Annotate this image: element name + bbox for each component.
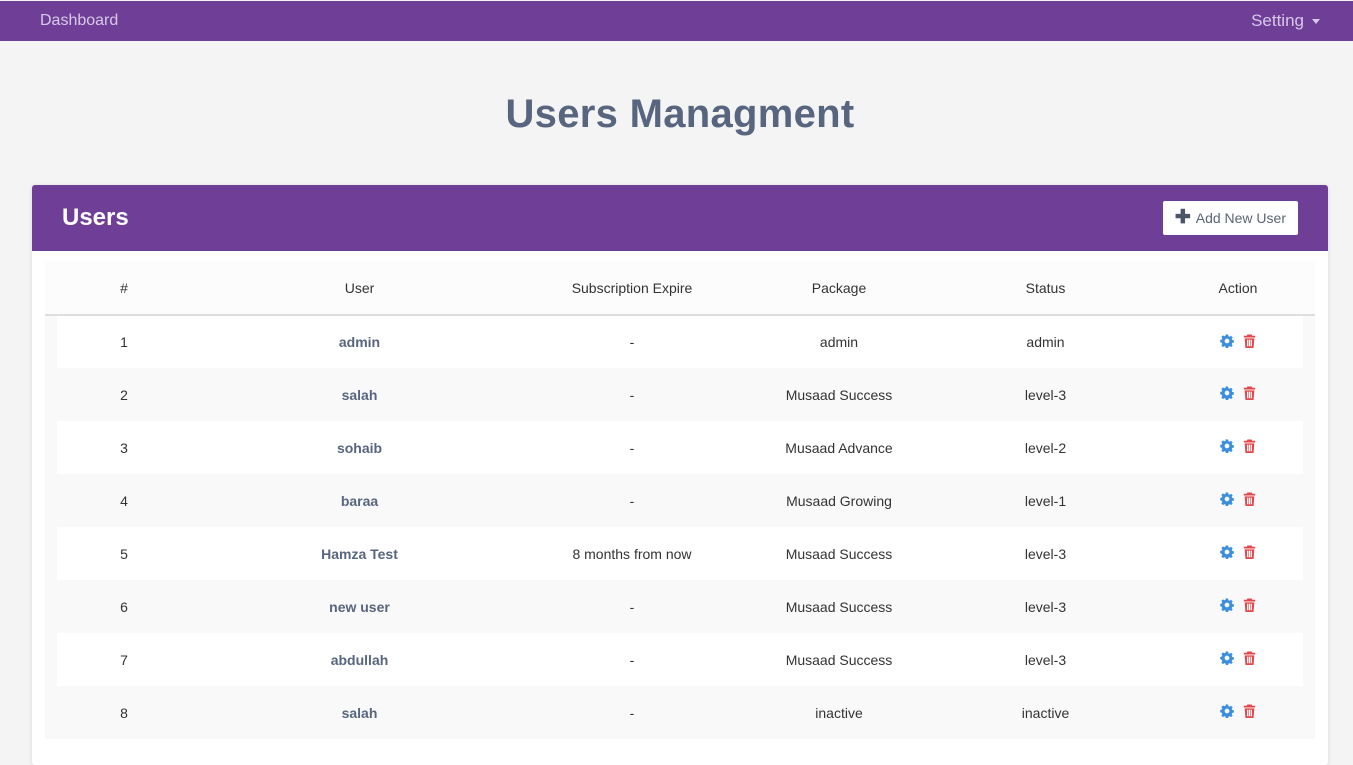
row-status: admin — [930, 315, 1161, 368]
row-status: level-3 — [930, 633, 1161, 686]
trash-icon[interactable] — [1243, 492, 1256, 506]
dashboard-link[interactable]: Dashboard — [40, 12, 118, 30]
row-subscription-expire: - — [516, 315, 748, 368]
top-navbar: Dashboard Setting — [0, 1, 1353, 41]
column-header-status: Status — [930, 262, 1161, 316]
row-actions — [1161, 315, 1315, 368]
row-user-name[interactable]: sohaib — [203, 421, 516, 474]
setting-label: Setting — [1251, 11, 1304, 30]
column-header-number: # — [45, 262, 203, 316]
row-subscription-expire: 8 months from now — [516, 527, 748, 580]
row-number: 3 — [45, 421, 203, 474]
trash-icon[interactable] — [1243, 598, 1256, 612]
column-header-package: Package — [748, 262, 930, 316]
row-user-name[interactable]: Hamza Test — [203, 527, 516, 580]
row-status: level-3 — [930, 368, 1161, 421]
table-row: 6 new user - Musaad Success level-3 — [45, 580, 1315, 633]
users-card: Users ✚ Add New User # User Subscription… — [32, 185, 1328, 765]
trash-icon[interactable] — [1243, 651, 1256, 665]
table-row: 8 salah - inactive inactive — [45, 686, 1315, 739]
row-package: admin — [748, 315, 930, 368]
page-title: Users Managment — [505, 92, 855, 136]
row-status: inactive — [930, 686, 1161, 739]
row-actions — [1161, 527, 1315, 580]
column-header-user: User — [203, 262, 516, 316]
table-row: 2 salah - Musaad Success level-3 — [45, 368, 1315, 421]
table-row: 1 admin - admin admin — [45, 315, 1315, 368]
row-user-name[interactable]: salah — [203, 686, 516, 739]
gear-icon[interactable] — [1220, 333, 1234, 348]
row-actions — [1161, 421, 1315, 474]
table-row: 3 sohaib - Musaad Advance level-2 — [45, 421, 1315, 474]
row-status: level-3 — [930, 527, 1161, 580]
row-package: Musaad Success — [748, 633, 930, 686]
row-number: 6 — [45, 580, 203, 633]
row-user-name[interactable]: abdullah — [203, 633, 516, 686]
row-subscription-expire: - — [516, 633, 748, 686]
setting-dropdown[interactable]: Setting — [1251, 11, 1320, 31]
gear-icon[interactable] — [1220, 492, 1234, 506]
row-number: 5 — [45, 527, 203, 580]
gear-icon[interactable] — [1220, 651, 1234, 665]
row-package: Musaad Success — [748, 527, 930, 580]
row-package: Musaad Advance — [748, 421, 930, 474]
trash-icon[interactable] — [1243, 545, 1256, 559]
row-number: 8 — [45, 686, 203, 739]
row-package: inactive — [748, 686, 930, 739]
table-row: 5 Hamza Test 8 months from now Musaad Su… — [45, 527, 1315, 580]
gear-icon[interactable] — [1220, 545, 1234, 559]
row-actions — [1161, 686, 1315, 739]
trash-icon[interactable] — [1243, 386, 1256, 400]
row-number: 4 — [45, 474, 203, 527]
gear-icon[interactable] — [1220, 704, 1234, 718]
table-header-row: # User Subscription Expire Package Statu… — [45, 262, 1315, 316]
trash-icon[interactable] — [1243, 333, 1256, 348]
row-status: level-2 — [930, 421, 1161, 474]
row-package: Musaad Success — [748, 368, 930, 421]
row-number: 1 — [45, 315, 203, 368]
gear-icon[interactable] — [1220, 598, 1234, 612]
row-actions — [1161, 633, 1315, 686]
trash-icon[interactable] — [1243, 439, 1256, 453]
users-table-wrapper: # User Subscription Expire Package Statu… — [45, 262, 1315, 739]
card-header: Users ✚ Add New User — [32, 185, 1328, 251]
add-new-user-label: Add New User — [1195, 210, 1286, 226]
gear-icon[interactable] — [1220, 386, 1234, 400]
users-table: # User Subscription Expire Package Statu… — [45, 262, 1315, 739]
plus-icon: ✚ — [1174, 206, 1191, 228]
row-subscription-expire: - — [516, 474, 748, 527]
row-actions — [1161, 474, 1315, 527]
row-user-name[interactable]: new user — [203, 580, 516, 633]
row-package: Musaad Growing — [748, 474, 930, 527]
column-header-subscription-expire: Subscription Expire — [516, 262, 748, 316]
table-row: 7 abdullah - Musaad Success level-3 — [45, 633, 1315, 686]
add-new-user-button[interactable]: ✚ Add New User — [1162, 201, 1298, 235]
card-title: Users — [62, 204, 129, 231]
row-package: Musaad Success — [748, 580, 930, 633]
row-subscription-expire: - — [516, 580, 748, 633]
row-user-name[interactable]: salah — [203, 368, 516, 421]
row-user-name[interactable]: admin — [203, 315, 516, 368]
trash-icon[interactable] — [1243, 704, 1256, 718]
row-status: level-3 — [930, 580, 1161, 633]
row-number: 2 — [45, 368, 203, 421]
table-body: 1 admin - admin admin 2 salah - Musaad S… — [45, 315, 1315, 739]
gear-icon[interactable] — [1220, 439, 1234, 453]
caret-down-icon — [1312, 19, 1320, 24]
row-number: 7 — [45, 633, 203, 686]
table-row: 4 baraa - Musaad Growing level-1 — [45, 474, 1315, 527]
row-subscription-expire: - — [516, 421, 748, 474]
row-actions — [1161, 368, 1315, 421]
row-user-name[interactable]: baraa — [203, 474, 516, 527]
row-status: level-1 — [930, 474, 1161, 527]
row-subscription-expire: - — [516, 686, 748, 739]
row-actions — [1161, 580, 1315, 633]
row-subscription-expire: - — [516, 368, 748, 421]
column-header-action: Action — [1161, 262, 1315, 316]
